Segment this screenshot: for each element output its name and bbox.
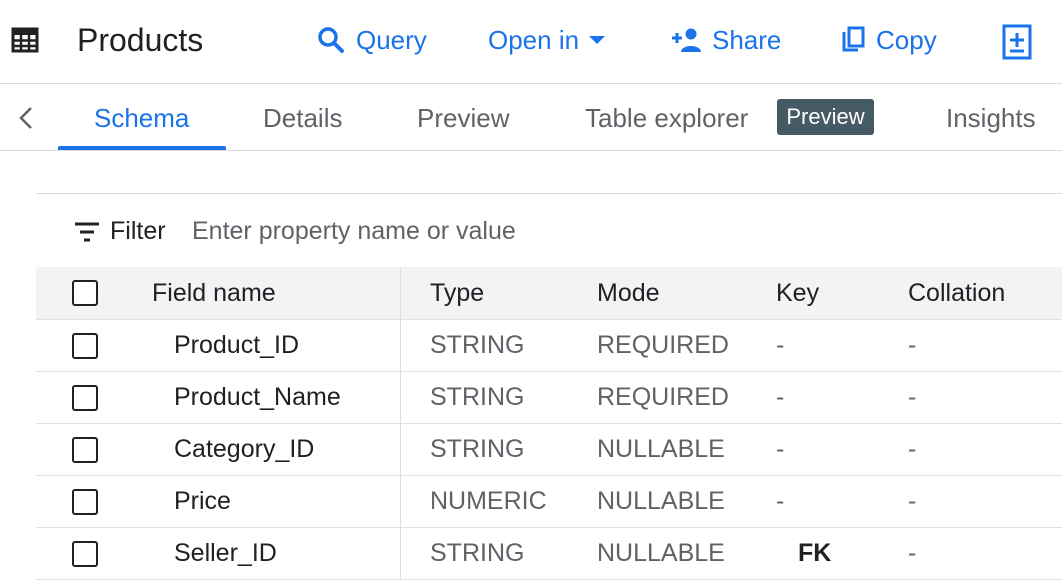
row-checkbox[interactable] <box>72 384 98 411</box>
row-checkbox[interactable] <box>72 436 98 463</box>
field-collation: - <box>908 435 917 463</box>
column-divider <box>400 424 401 475</box>
query-button-label: Query <box>356 25 427 55</box>
table-row: Category_ID STRING NULLABLE - - <box>36 424 1062 476</box>
person-add-icon <box>672 28 701 52</box>
field-key: - <box>776 487 785 515</box>
row-checkbox-cell <box>72 372 98 423</box>
field-collation: - <box>908 331 917 359</box>
page-title: Products <box>77 22 204 58</box>
field-collation: - <box>908 487 917 515</box>
tab-table-explorer[interactable]: Table explorer <box>585 98 748 138</box>
row-checkbox[interactable] <box>72 488 98 515</box>
query-button[interactable]: Query <box>316 20 427 60</box>
table-row: Product_Name STRING REQUIRED - - <box>36 372 1062 424</box>
tab-schema[interactable]: Schema <box>94 98 189 138</box>
field-name: Price <box>174 487 231 515</box>
table-row: Product_ID STRING REQUIRED - - <box>36 320 1062 372</box>
column-header-key[interactable]: Key <box>776 267 819 319</box>
open-in-button-label: Open in <box>488 25 580 55</box>
row-checkbox-cell <box>72 528 98 579</box>
search-icon <box>318 27 344 53</box>
column-divider <box>400 320 401 371</box>
field-type: STRING <box>430 539 525 567</box>
column-divider <box>400 528 401 579</box>
column-divider <box>400 476 401 527</box>
copy-button[interactable]: Copy <box>840 20 937 60</box>
schema-table: Field name Type Mode Key Collation Produ… <box>36 267 1062 580</box>
field-name: Seller_ID <box>174 539 277 567</box>
active-tab-indicator <box>58 146 226 150</box>
row-checkbox-cell <box>72 476 98 527</box>
copy-icon <box>842 26 865 52</box>
field-mode: NULLABLE <box>597 487 725 515</box>
field-name: Category_ID <box>174 435 315 463</box>
column-header-field-name[interactable]: Field name <box>152 267 276 319</box>
column-header-type[interactable]: Type <box>430 267 484 319</box>
filter-list-icon <box>75 222 99 242</box>
table-row: Price NUMERIC NULLABLE - - <box>36 476 1062 528</box>
field-mode: NULLABLE <box>597 539 725 567</box>
chevron-left-icon[interactable] <box>14 104 38 132</box>
share-button-label: Share <box>712 25 782 55</box>
field-mode: REQUIRED <box>597 383 729 411</box>
field-key: FK <box>798 539 832 567</box>
field-type: STRING <box>430 383 525 411</box>
copy-button-label: Copy <box>876 25 937 55</box>
divider <box>36 193 1062 194</box>
field-type: STRING <box>430 435 525 463</box>
tab-insights[interactable]: Insights <box>946 98 1036 138</box>
field-mode: REQUIRED <box>597 331 729 359</box>
preview-badge: Preview <box>777 99 874 135</box>
select-all-checkbox[interactable] <box>72 280 98 306</box>
field-type: NUMERIC <box>430 487 547 515</box>
tab-details[interactable]: Details <box>263 98 342 138</box>
field-key: - <box>776 435 785 463</box>
row-checkbox[interactable] <box>72 332 98 359</box>
share-button[interactable]: Share <box>670 20 781 60</box>
table-icon <box>11 27 39 53</box>
column-header-mode[interactable]: Mode <box>597 267 660 319</box>
field-name: Product_Name <box>174 383 341 411</box>
field-collation: - <box>908 539 917 567</box>
select-all-cell <box>72 267 98 319</box>
filter-label: Filter <box>110 217 166 245</box>
field-key: - <box>776 331 785 359</box>
table-row: Seller_ID STRING NULLABLE FK - <box>36 528 1062 580</box>
column-divider <box>400 267 401 319</box>
field-type: STRING <box>430 331 525 359</box>
field-key: - <box>776 383 785 411</box>
field-mode: NULLABLE <box>597 435 725 463</box>
add-to-box-button[interactable] <box>1001 22 1033 62</box>
add-to-box-icon <box>1002 24 1032 60</box>
column-divider <box>400 372 401 423</box>
column-header-collation[interactable]: Collation <box>908 267 1005 319</box>
filter-input[interactable] <box>190 212 672 250</box>
field-name: Product_ID <box>174 331 300 359</box>
table-header-row: Field name Type Mode Key Collation <box>36 267 1062 320</box>
caret-down-icon <box>589 36 606 44</box>
row-checkbox[interactable] <box>72 540 98 567</box>
row-checkbox-cell <box>72 424 98 475</box>
field-collation: - <box>908 383 917 411</box>
open-in-button[interactable]: Open in <box>488 20 611 60</box>
tab-preview[interactable]: Preview <box>417 98 509 138</box>
row-checkbox-cell <box>72 320 98 371</box>
